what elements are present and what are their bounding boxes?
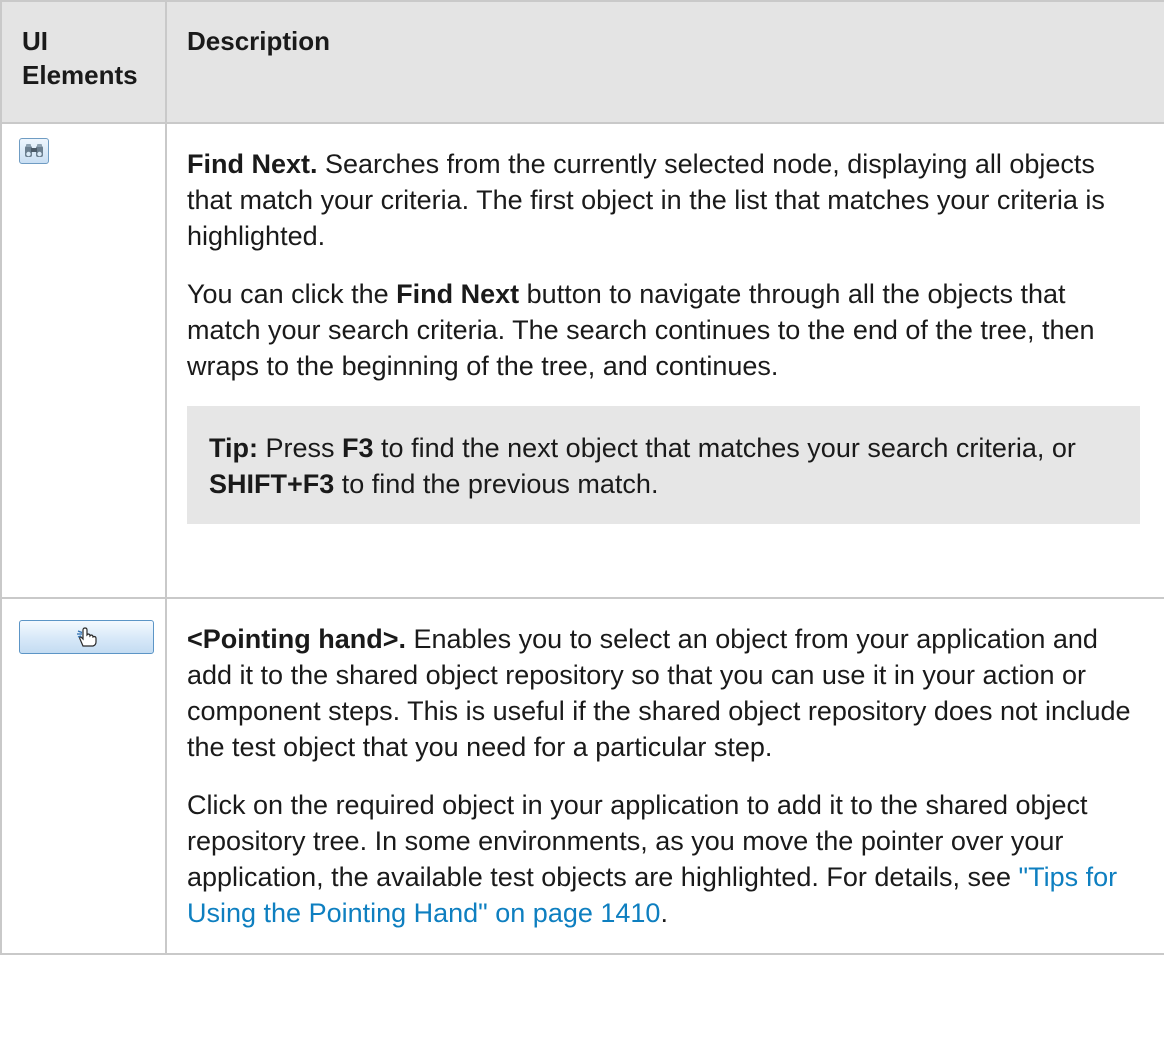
table-row-find-next: Find Next. Searches from the currently s… [0,122,1164,599]
find-next-button[interactable] [19,138,49,164]
pointing-hand-paragraph-2: Click on the required object in your app… [187,787,1140,931]
tip-label: Tip: [209,433,258,463]
find-next-paragraph-1: Find Next. Searches from the currently s… [187,146,1140,254]
find-next-text-1: Searches from the currently selected nod… [187,149,1105,251]
header-description: Description [165,0,1164,124]
find-next-paragraph-2: You can click the Find Next button to na… [187,276,1140,384]
binoculars-icon [25,144,43,157]
pointing-hand-paragraph-1: <Pointing hand>. Enables you to select a… [187,621,1140,765]
tip-text-b: to find the next object that matches you… [373,433,1076,463]
icon-cell-find-next [0,122,167,599]
pointing-hand-text-2a: Click on the required object in your app… [187,790,1088,892]
header-ui-elements-line1: UI [22,26,48,56]
find-next-term: Find Next. [187,149,318,179]
pointing-hand-icon [76,627,97,647]
find-next-term-2: Find Next [396,279,520,309]
pointing-hand-text-2b: . [660,898,668,928]
table-header-row: UI Elements Description [0,0,1164,124]
tip-box: Tip: Press F3 to find the next object th… [187,406,1140,524]
pointing-hand-term: <Pointing hand>. [187,624,407,654]
tip-text-a: Press [258,433,343,463]
ui-elements-table: UI Elements Description Find Next. Searc… [0,0,1164,955]
tip-key-shift-f3: SHIFT+F3 [209,469,335,499]
header-ui-elements: UI Elements [0,0,167,124]
description-cell-pointing-hand: <Pointing hand>. Enables you to select a… [165,597,1164,955]
description-cell-find-next: Find Next. Searches from the currently s… [165,122,1164,599]
pointing-hand-button[interactable] [19,620,154,654]
find-next-text-2a: You can click the [187,279,397,309]
tip-key-f3: F3 [342,433,374,463]
tip-text-c: to find the previous match. [334,469,659,499]
table-row-pointing-hand: <Pointing hand>. Enables you to select a… [0,597,1164,955]
icon-cell-pointing-hand [0,597,167,955]
header-ui-elements-line2: Elements [22,60,138,90]
